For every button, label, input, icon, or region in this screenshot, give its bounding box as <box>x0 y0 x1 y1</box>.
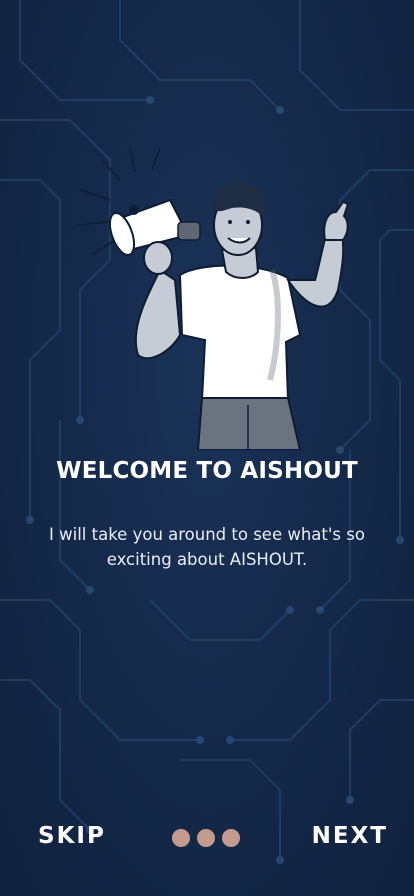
page-dot[interactable] <box>197 829 215 847</box>
onboarding-footer: SKIP NEXT <box>0 815 414 859</box>
page-dot[interactable] <box>222 829 240 847</box>
next-button[interactable]: NEXT <box>312 823 388 849</box>
person-with-megaphone-icon <box>77 147 350 450</box>
welcome-title: WELCOME TO AISHOUT <box>56 458 358 484</box>
page-dot[interactable] <box>172 829 190 847</box>
onboarding-screen: WELCOME TO AISHOUT I will take you aroun… <box>0 0 414 896</box>
welcome-subtitle: I will take you around to see what's so … <box>49 525 365 569</box>
page-indicator <box>172 829 240 847</box>
skip-button[interactable]: SKIP <box>38 823 106 849</box>
